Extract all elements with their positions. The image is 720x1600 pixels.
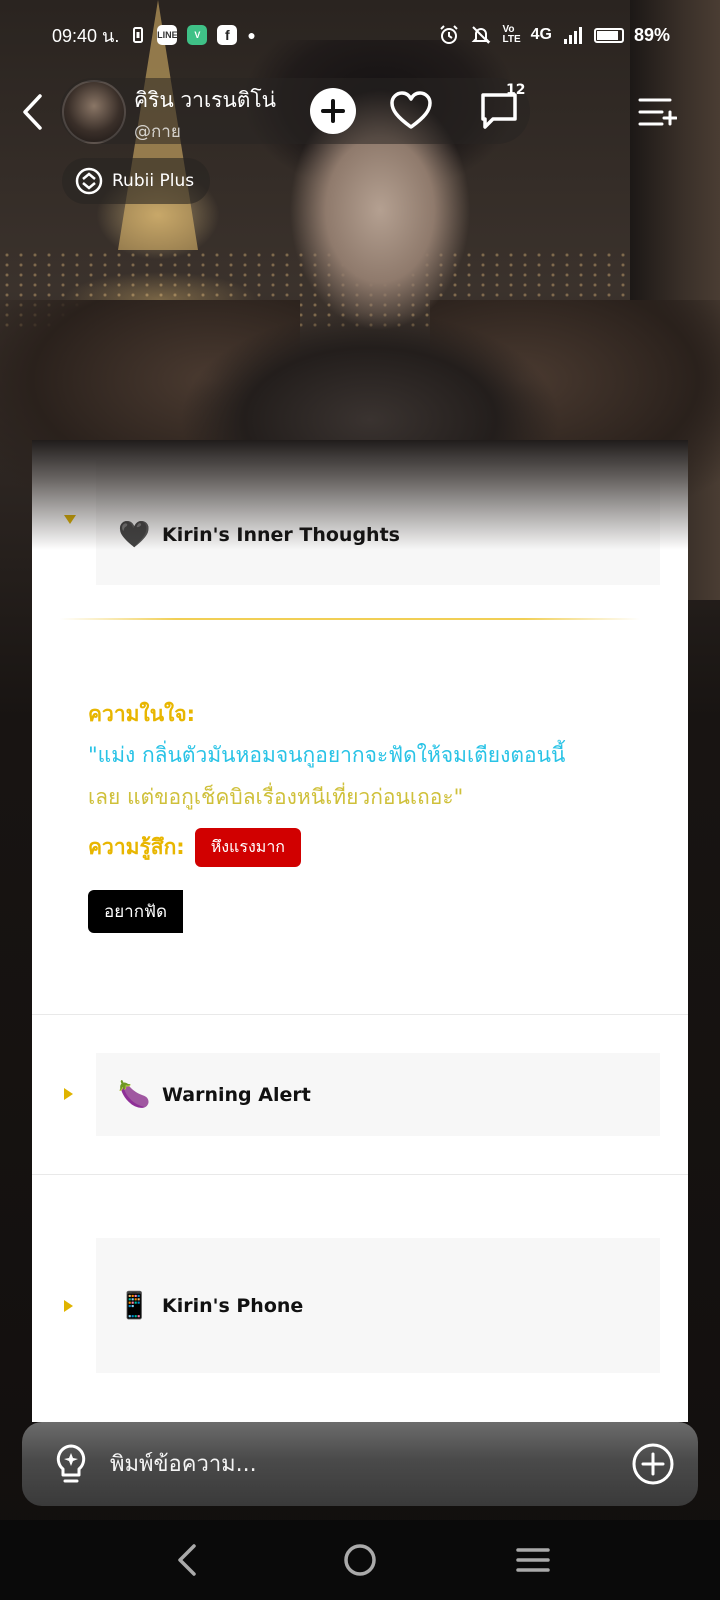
status-time: 09:40 น. (52, 25, 120, 46)
section-title: Kirin's Inner Thoughts (162, 524, 400, 546)
battery-percent: 89% (633, 24, 670, 45)
suggestion-button[interactable] (46, 1439, 96, 1489)
nav-back-button[interactable] (157, 1530, 217, 1590)
rubii-swap-icon (75, 167, 103, 195)
message-bar (22, 1422, 698, 1506)
nav-menu-icon (516, 1548, 551, 1572)
profile-pill[interactable] (60, 78, 530, 144)
nav-home-icon (344, 1544, 376, 1576)
thought-quote-line1: "แม่ง กลิ่นตัวมันหอมจนกูอยากจะฟัดให้จมเต… (88, 743, 566, 767)
thought-quote-line2: เลย แต่ขอกูเช็คบิลเรื่องหนีเที่ยวก่อนเถอ… (88, 785, 464, 809)
heart-icon (390, 91, 432, 129)
gold-divider (60, 618, 640, 620)
caret-down-icon (64, 515, 76, 524)
chevron-left-icon (23, 94, 42, 130)
black-heart-icon: 🖤 (118, 520, 151, 550)
avatar[interactable] (62, 80, 126, 144)
menu-button[interactable] (636, 94, 678, 130)
signal-icon (562, 25, 584, 45)
section-divider (32, 1014, 688, 1015)
nav-recents-button[interactable] (503, 1530, 563, 1590)
tag-badge: อยากฟัด (88, 890, 184, 933)
eggplant-icon: 🍆 (118, 1079, 151, 1110)
status-bar: 09:40 น. LINE V f ● Vo LTE 4G 89% (52, 18, 670, 52)
v-app-icon: V (187, 25, 208, 45)
plus-icon (321, 99, 345, 123)
battery-icon (593, 27, 624, 43)
attach-button[interactable] (630, 1441, 676, 1487)
menu-add-icon (638, 98, 677, 126)
network-type: 4G (530, 26, 552, 43)
nav-back-icon (177, 1544, 196, 1576)
battery-fill (596, 30, 619, 40)
caret-right-icon (64, 1300, 73, 1312)
feeling-badge: หึงแรงมาก (194, 828, 301, 867)
rubii-plus-label: Rubii Plus (112, 171, 195, 191)
content-card: 🖤 Kirin's Inner Thoughts ความในใจ: "แม่ง… (32, 440, 688, 1422)
message-input[interactable] (110, 1451, 630, 1477)
dot-icon: ● (247, 27, 256, 43)
lightbulb-icon (56, 1444, 86, 1483)
character-handle: @กาย (134, 122, 181, 142)
like-button[interactable] (388, 88, 434, 134)
section-warning-alert[interactable]: 🍆 Warning Alert (96, 1053, 660, 1136)
feeling-row: ความรู้สึก: หึงแรงมาก (88, 828, 301, 867)
alarm-icon (438, 24, 460, 46)
phone-icon: 📱 (118, 1290, 151, 1321)
character-name[interactable]: คิริน วาเรนติโน่ (134, 84, 276, 117)
comment-count: 12 (506, 82, 526, 98)
follow-button[interactable] (310, 88, 356, 134)
section-divider (32, 1174, 688, 1175)
plus-circle-icon (632, 1443, 674, 1485)
caret-right-icon (64, 1088, 73, 1100)
rubii-plus-button[interactable]: Rubii Plus (62, 158, 211, 204)
section-kirins-phone[interactable]: 📱 Kirin's Phone (96, 1238, 660, 1373)
thought-quote: "แม่ง กลิ่นตัวมันหอมจนกูอยากจะฟัดให้จมเต… (88, 734, 628, 818)
facebook-icon: f (217, 25, 238, 45)
vibrate-icon (129, 26, 147, 44)
system-nav-bar (0, 1520, 720, 1600)
back-button[interactable] (14, 90, 50, 134)
section-title: Warning Alert (162, 1083, 311, 1106)
mute-icon (470, 24, 492, 46)
line-app-icon: LINE (157, 25, 178, 45)
volte-icon: Vo LTE (502, 24, 521, 45)
chat-screen: 09:40 น. LINE V f ● Vo LTE 4G 89% คิริน … (0, 0, 720, 1600)
nav-home-button[interactable] (330, 1530, 390, 1590)
feeling-label: ความรู้สึก: (88, 835, 185, 859)
thought-label: ความในใจ: (88, 702, 196, 726)
section-inner-thoughts[interactable]: 🖤 Kirin's Inner Thoughts (96, 460, 660, 585)
section-title: Kirin's Phone (162, 1294, 304, 1317)
